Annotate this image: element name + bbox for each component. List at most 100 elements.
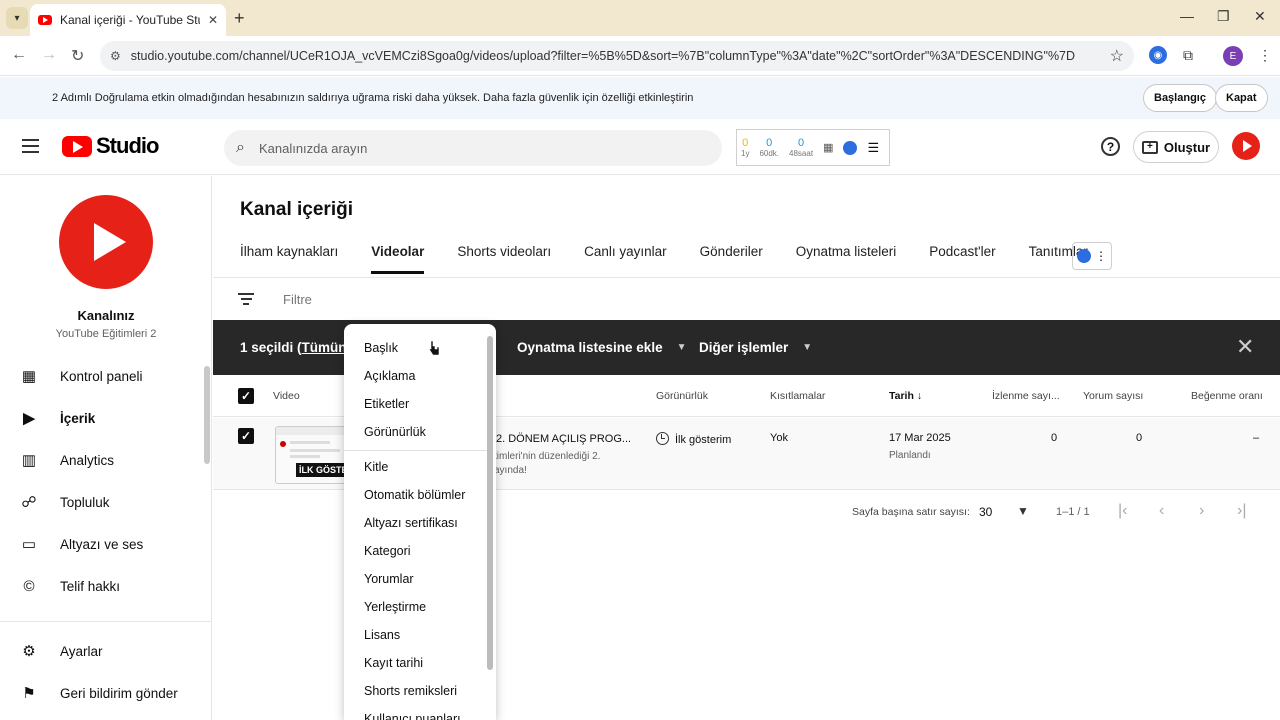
menu-item-caption-cert[interactable]: Altyazı sertifikası (364, 516, 458, 530)
window-close-icon[interactable]: ✕ (1254, 8, 1266, 25)
bookmark-star-icon[interactable]: ☆ (1110, 46, 1124, 66)
sidebar-item-analytics[interactable]: ▥ Analytics (0, 440, 205, 480)
browser-menu-icon[interactable]: ⋮ (1256, 46, 1274, 64)
thumbnail-badge: İLK GÖSTE (296, 463, 346, 477)
menu-item-auto-chapters[interactable]: Otomatik bölümler (364, 488, 465, 502)
menu-item-description[interactable]: Açıklama (364, 369, 415, 383)
menu-item-license[interactable]: Lisans (364, 628, 400, 642)
column-restrictions[interactable]: Kısıtlamalar (770, 390, 825, 402)
menu-item-user-ratings[interactable]: Kullanıcı puanları (364, 712, 461, 720)
prev-page-icon[interactable]: ‹ (1159, 502, 1164, 520)
add-to-playlist-label: Oynatma listesine ekle (517, 340, 663, 355)
page-title: Kanal içeriği (240, 199, 353, 220)
studio-logo[interactable]: Studio (62, 133, 159, 159)
tab-inspiration[interactable]: İlham kaynakları (240, 244, 338, 274)
tab-podcasts[interactable]: Podcast'ler (929, 244, 995, 274)
account-avatar[interactable] (1232, 132, 1260, 160)
column-comments[interactable]: Yorum sayısı (1083, 390, 1143, 402)
new-tab-icon[interactable]: + (234, 8, 245, 29)
menu-item-recording-date[interactable]: Kayıt tarihi (364, 656, 423, 670)
filter-input[interactable]: Filtre (283, 292, 312, 307)
reload-icon[interactable]: ↻ (71, 46, 84, 66)
close-notice-button[interactable]: Kapat (1215, 84, 1268, 112)
select-all-checkbox[interactable]: ✓ (238, 388, 254, 404)
filter-bar[interactable]: Filtre (213, 278, 1280, 322)
sidebar-item-settings[interactable]: ⚙ Ayarlar (0, 631, 205, 671)
stat-label: 60dk. (759, 149, 780, 158)
menu-item-audience[interactable]: Kitle (364, 460, 388, 474)
sidebar-item-copyright[interactable]: © Telif hakkı (0, 566, 205, 606)
menu-item-tags[interactable]: Etiketler (364, 397, 409, 411)
add-to-playlist-button[interactable]: Oynatma listesine ekle ▼ (517, 340, 686, 355)
rows-per-page-value[interactable]: 30 (979, 505, 992, 519)
realtime-stats-widget[interactable]: 0 1y 0 60dk. 0 48saat ▦ ☰ (736, 129, 890, 166)
last-page-icon[interactable]: ›| (1237, 502, 1246, 520)
menu-item-title[interactable]: Başlık (364, 341, 398, 355)
close-selection-icon[interactable]: ✕ (1236, 334, 1254, 360)
sidebar-item-content[interactable]: ▶ İçerik (0, 398, 205, 438)
search-icon[interactable]: ⌕ (236, 139, 245, 157)
menu-icon[interactable] (22, 139, 39, 153)
video-thumbnail[interactable]: İLK GÖSTE (275, 426, 347, 484)
menu-item-embedding[interactable]: Yerleştirme (364, 600, 426, 614)
profile-avatar[interactable]: E (1223, 46, 1243, 66)
sidebar-item-label: İçerik (60, 410, 96, 426)
channel-avatar[interactable] (59, 195, 153, 289)
video-title[interactable]: 2. DÖNEM AÇILIŞ PROG... (496, 433, 631, 445)
search-bar[interactable]: ⌕ (224, 130, 722, 166)
help-icon[interactable]: ? (1101, 137, 1120, 156)
visibility-cell[interactable]: İlk gösterim (656, 432, 731, 446)
close-tab-icon[interactable]: ✕ (208, 13, 218, 27)
sidebar-item-subtitles[interactable]: ▭ Altyazı ve ses (0, 524, 205, 564)
column-likes[interactable]: Beğenme oranı (1191, 390, 1263, 402)
menu-item-visibility[interactable]: Görünürlük (364, 425, 426, 439)
extension-badge-icon[interactable] (843, 140, 858, 155)
tab-live[interactable]: Canlı yayınlar (584, 244, 667, 274)
column-views[interactable]: İzlenme sayı... (992, 390, 1060, 402)
menu-item-comments[interactable]: Yorumlar (364, 572, 414, 586)
extensions-puzzle-icon[interactable]: ⧉ (1179, 46, 1197, 64)
back-icon[interactable]: ← (11, 46, 27, 64)
create-button[interactable]: + Oluştur (1133, 131, 1219, 163)
youtube-favicon-icon (38, 15, 52, 25)
extension-icon[interactable]: ◉ (1149, 46, 1167, 64)
address-bar[interactable]: ⚙ studio.youtube.com/channel/UCeR1OJA_vc… (100, 41, 1134, 71)
chevron-down-icon[interactable]: ▼ (1017, 504, 1029, 518)
browser-tabbar: ▾ Kanal içeriği - YouTube Studio ✕ + — ❐… (0, 0, 1280, 36)
tab-shorts[interactable]: Shorts videoları (457, 244, 551, 274)
maximize-icon[interactable]: ❐ (1217, 8, 1230, 25)
sidebar-item-feedback[interactable]: ⚑ Geri bildirim gönder (0, 673, 205, 713)
tab-search-chevron-icon[interactable]: ▾ (6, 7, 28, 29)
menu-scrollbar[interactable] (487, 336, 493, 670)
site-info-icon[interactable]: ⚙ (110, 49, 121, 63)
column-date[interactable]: Tarih ↓ (889, 390, 922, 402)
tab-videos[interactable]: Videolar (371, 244, 425, 274)
edit-fields-dropdown: Başlık Açıklama Etiketler Görünürlük Kit… (344, 324, 496, 720)
next-page-icon[interactable]: › (1199, 502, 1204, 520)
search-input[interactable] (258, 140, 659, 156)
row-checkbox[interactable]: ✓ (238, 428, 254, 444)
tab-posts[interactable]: Gönderiler (700, 244, 763, 274)
tabs-extension-button[interactable]: ⋮ (1072, 242, 1112, 270)
sidebar-item-community[interactable]: ☍ Topluluk (0, 482, 205, 522)
menu-item-shorts-remix[interactable]: Shorts remiksleri (364, 684, 457, 698)
forward-icon[interactable]: → (41, 46, 57, 64)
start-button[interactable]: Başlangıç (1143, 84, 1217, 112)
filter-icon[interactable] (238, 293, 254, 308)
url-text[interactable]: studio.youtube.com/channel/UCeR1OJA_vcVE… (131, 49, 1100, 63)
studio-header: Studio ⌕ 0 1y 0 60dk. 0 48saat ▦ ☰ ? + O… (0, 119, 1280, 175)
sidebar-scrollbar[interactable] (204, 366, 210, 464)
sidebar-item-dashboard[interactable]: ▦ Kontrol paneli (0, 356, 205, 396)
minimize-icon[interactable]: — (1180, 8, 1194, 24)
tab-playlists[interactable]: Oynatma listeleri (796, 244, 897, 274)
column-video: Video (273, 390, 300, 402)
menu-item-category[interactable]: Kategori (364, 544, 411, 558)
first-page-icon[interactable]: |‹ (1118, 502, 1127, 520)
column-visibility[interactable]: Görünürlük (656, 390, 708, 402)
chart-icon[interactable]: ▦ (823, 141, 833, 154)
copyright-icon: © (23, 577, 35, 595)
browser-tab[interactable]: Kanal içeriği - YouTube Studio ✕ (30, 4, 226, 36)
more-actions-button[interactable]: Diğer işlemler ▼ (699, 340, 812, 355)
list-menu-icon[interactable]: ☰ (867, 140, 879, 156)
sidebar-item-label: Geri bildirim gönder (60, 685, 178, 701)
